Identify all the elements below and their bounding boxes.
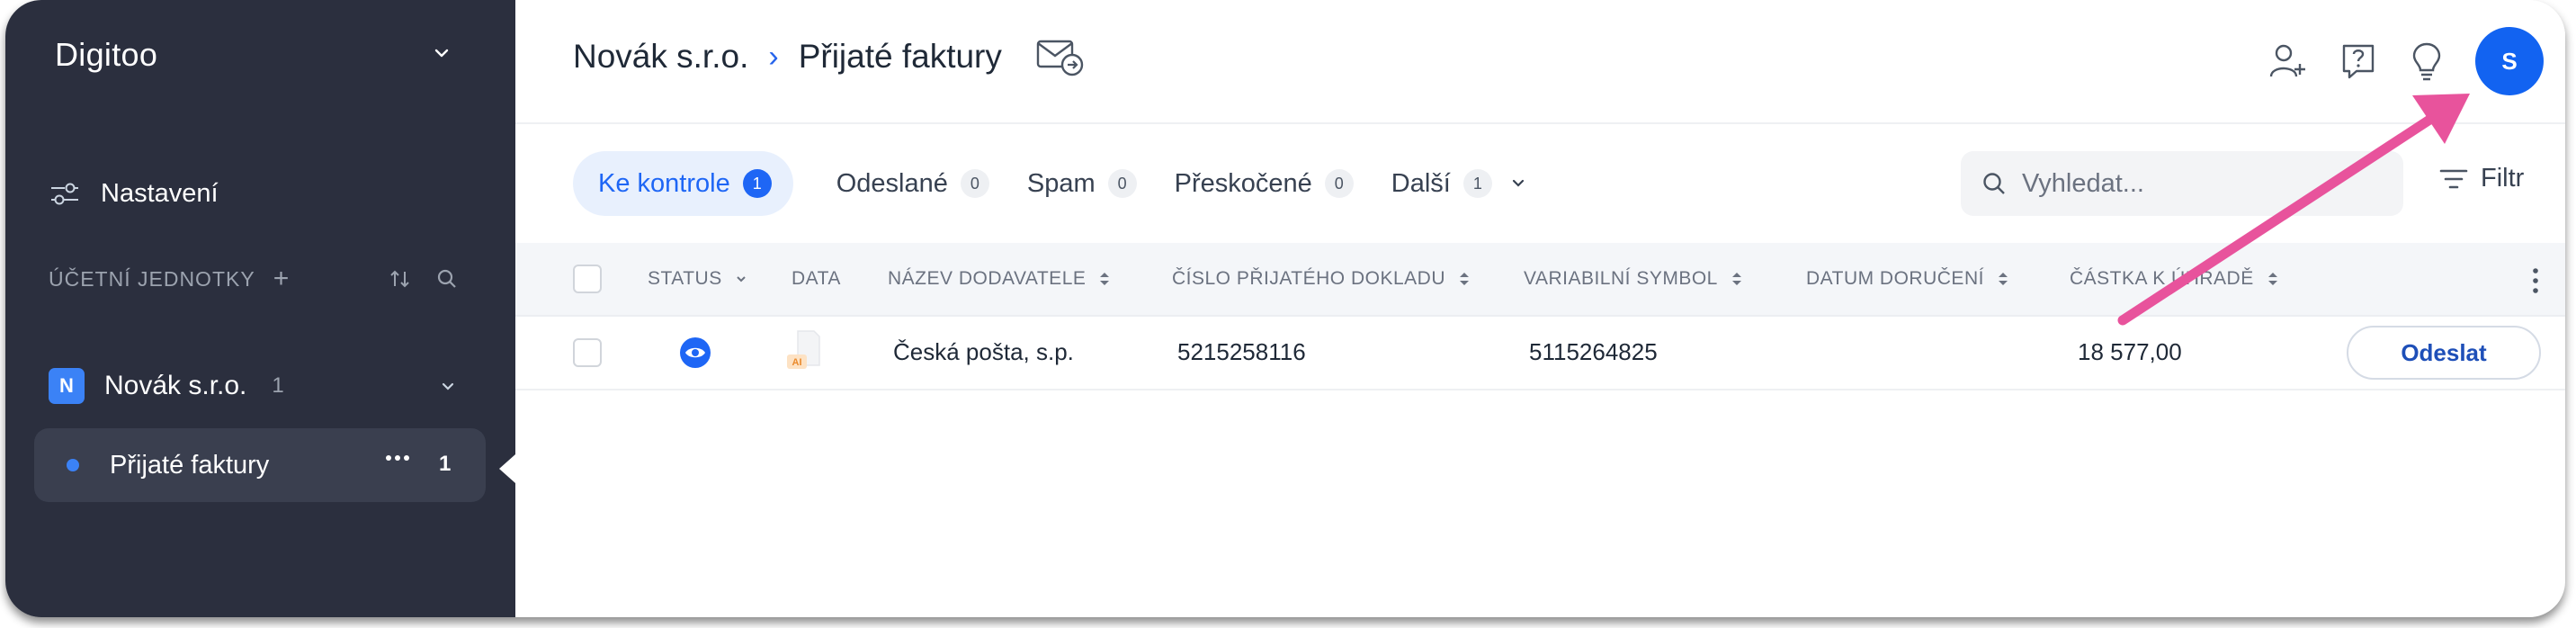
var-symbol-cell: 5115264825 bbox=[1529, 338, 1658, 365]
top-bar: Novák s.r.o. › Přijaté faktury S bbox=[515, 0, 2565, 124]
search-icon[interactable] bbox=[435, 267, 459, 291]
amount-cell: 18 577,00 bbox=[2078, 338, 2182, 365]
col-label: NÁZEV DODAVATELE bbox=[888, 268, 1087, 289]
chevron-down-icon[interactable] bbox=[439, 378, 457, 396]
filter-icon bbox=[2439, 169, 2468, 188]
tab-label: Odeslané bbox=[836, 168, 948, 198]
mail-forward-icon[interactable] bbox=[1036, 36, 1085, 77]
app-window: Digitoo Nastavení ÚČETNÍ JEDNOTKY + N No… bbox=[5, 0, 2565, 617]
col-label: VARIABILNÍ SYMBOL bbox=[1524, 268, 1718, 289]
sort-icon bbox=[1100, 273, 1110, 285]
sidebar-item-company[interactable]: N Novák s.r.o. 1 bbox=[49, 365, 462, 407]
tab-label: Spam bbox=[1026, 168, 1096, 198]
tab-count: 0 bbox=[1107, 169, 1137, 198]
ai-document-icon: AI bbox=[787, 330, 820, 369]
col-status[interactable]: STATUS bbox=[648, 268, 747, 290]
tab-count: 1 bbox=[1462, 169, 1492, 198]
active-dot bbox=[67, 459, 79, 471]
tab-label: Další bbox=[1391, 168, 1451, 198]
help-icon[interactable] bbox=[2339, 40, 2378, 82]
tab-sent[interactable]: Odeslané 0 bbox=[836, 151, 989, 216]
col-label: DATUM DORUČENÍ bbox=[1806, 268, 1984, 289]
more-horizontal-icon[interactable] bbox=[385, 453, 410, 462]
sort-icon bbox=[1998, 273, 2008, 285]
sort-icon bbox=[2267, 273, 2277, 285]
company-name: Novák s.r.o. bbox=[104, 371, 247, 400]
col-label: DATA bbox=[792, 268, 841, 289]
tab-to-review[interactable]: Ke kontrole 1 bbox=[573, 151, 793, 216]
col-var-symbol[interactable]: VARIABILNÍ SYMBOL bbox=[1524, 268, 1743, 290]
search-icon bbox=[1983, 173, 2005, 194]
filter-label: Filtr bbox=[2481, 164, 2525, 193]
doc-number-cell: 5215258116 bbox=[1177, 338, 1306, 365]
status-tabs: Ke kontrole 1 Odeslané 0 Spam 0 Přeskoče… bbox=[573, 151, 1564, 216]
sidebar-item-settings[interactable]: Nastavení bbox=[49, 171, 408, 216]
tab-skipped[interactable]: Přeskočené 0 bbox=[1175, 151, 1354, 216]
col-label: ČÍSLO PŘIJATÉHO DOKLADU bbox=[1172, 268, 1446, 289]
row-checkbox[interactable] bbox=[573, 338, 602, 367]
svg-text:AI: AI bbox=[792, 357, 802, 368]
sidebar: Digitoo Nastavení ÚČETNÍ JEDNOTKY + N No… bbox=[5, 0, 515, 617]
col-supplier[interactable]: NÁZEV DODAVATELE bbox=[888, 268, 1111, 290]
chevron-down-icon bbox=[737, 276, 746, 283]
tab-label: Ke kontrole bbox=[598, 168, 730, 198]
tab-count: 0 bbox=[1324, 169, 1354, 198]
filter-button[interactable]: Filtr bbox=[2439, 164, 2524, 193]
col-label: STATUS bbox=[648, 268, 722, 289]
add-unit-icon[interactable]: + bbox=[273, 264, 291, 294]
header-actions: S bbox=[2267, 27, 2565, 95]
inbox-count: 1 bbox=[439, 452, 452, 476]
breadcrumb-inbox: Přijaté faktury bbox=[798, 38, 1002, 75]
tab-count: 0 bbox=[960, 169, 989, 198]
brand-name: Digitoo bbox=[55, 36, 158, 73]
send-button[interactable]: Odeslat bbox=[2347, 326, 2541, 380]
tab-label: Přeskočené bbox=[1174, 168, 1312, 198]
column-settings-icon[interactable] bbox=[2531, 266, 2540, 295]
sort-icon bbox=[1460, 273, 1470, 285]
breadcrumb: Novák s.r.o. › Přijaté faktury bbox=[573, 36, 1085, 77]
col-label: ČÁSTKA K ÚHRADĚ bbox=[2070, 268, 2254, 289]
add-user-icon[interactable] bbox=[2267, 40, 2308, 82]
sidebar-item-label: Nastavení bbox=[101, 178, 219, 208]
tab-spam[interactable]: Spam 0 bbox=[1027, 151, 1137, 216]
company-count: 1 bbox=[272, 373, 284, 398]
tab-more[interactable]: Další 1 bbox=[1391, 151, 1526, 216]
section-header-units: ÚČETNÍ JEDNOTKY + bbox=[49, 261, 471, 297]
sort-icon[interactable] bbox=[389, 268, 412, 290]
col-amount[interactable]: ČÁSTKA K ÚHRADĚ bbox=[2070, 268, 2279, 290]
table-row[interactable]: AI Česká pošta, s.p. 5215258116 51152648… bbox=[515, 317, 2565, 390]
chevron-down-icon[interactable] bbox=[432, 43, 452, 63]
col-doc-number[interactable]: ČÍSLO PŘIJATÉHO DOKLADU bbox=[1172, 268, 1471, 290]
lightbulb-icon[interactable] bbox=[2409, 40, 2445, 82]
search-input[interactable] bbox=[2020, 167, 2384, 200]
chevron-down-icon bbox=[1512, 179, 1524, 187]
select-all-checkbox[interactable] bbox=[573, 265, 602, 293]
sidebar-item-received-invoices[interactable]: Přijaté faktury 1 bbox=[34, 428, 486, 502]
company-badge: N bbox=[49, 368, 85, 404]
supplier-cell: Česká pošta, s.p. bbox=[893, 338, 1074, 365]
sliders-icon bbox=[51, 183, 78, 205]
section-title: ÚČETNÍ JEDNOTKY bbox=[49, 266, 255, 291]
col-delivery-date[interactable]: DATUM DORUČENÍ bbox=[1806, 268, 2009, 290]
col-data: DATA bbox=[792, 268, 841, 290]
avatar[interactable]: S bbox=[2475, 27, 2544, 95]
inbox-name: Přijaté faktury bbox=[110, 450, 270, 480]
eye-status-icon bbox=[680, 337, 711, 368]
tab-count: 1 bbox=[742, 169, 772, 198]
breadcrumb-company[interactable]: Novák s.r.o. bbox=[573, 38, 748, 76]
table-header: STATUS DATA NÁZEV DODAVATELE ČÍSLO PŘIJA… bbox=[515, 243, 2565, 317]
active-indicator-notch bbox=[499, 454, 515, 483]
sort-icon bbox=[1731, 273, 1741, 285]
search-box[interactable] bbox=[1961, 151, 2403, 216]
chevron-right-icon: › bbox=[768, 39, 779, 74]
